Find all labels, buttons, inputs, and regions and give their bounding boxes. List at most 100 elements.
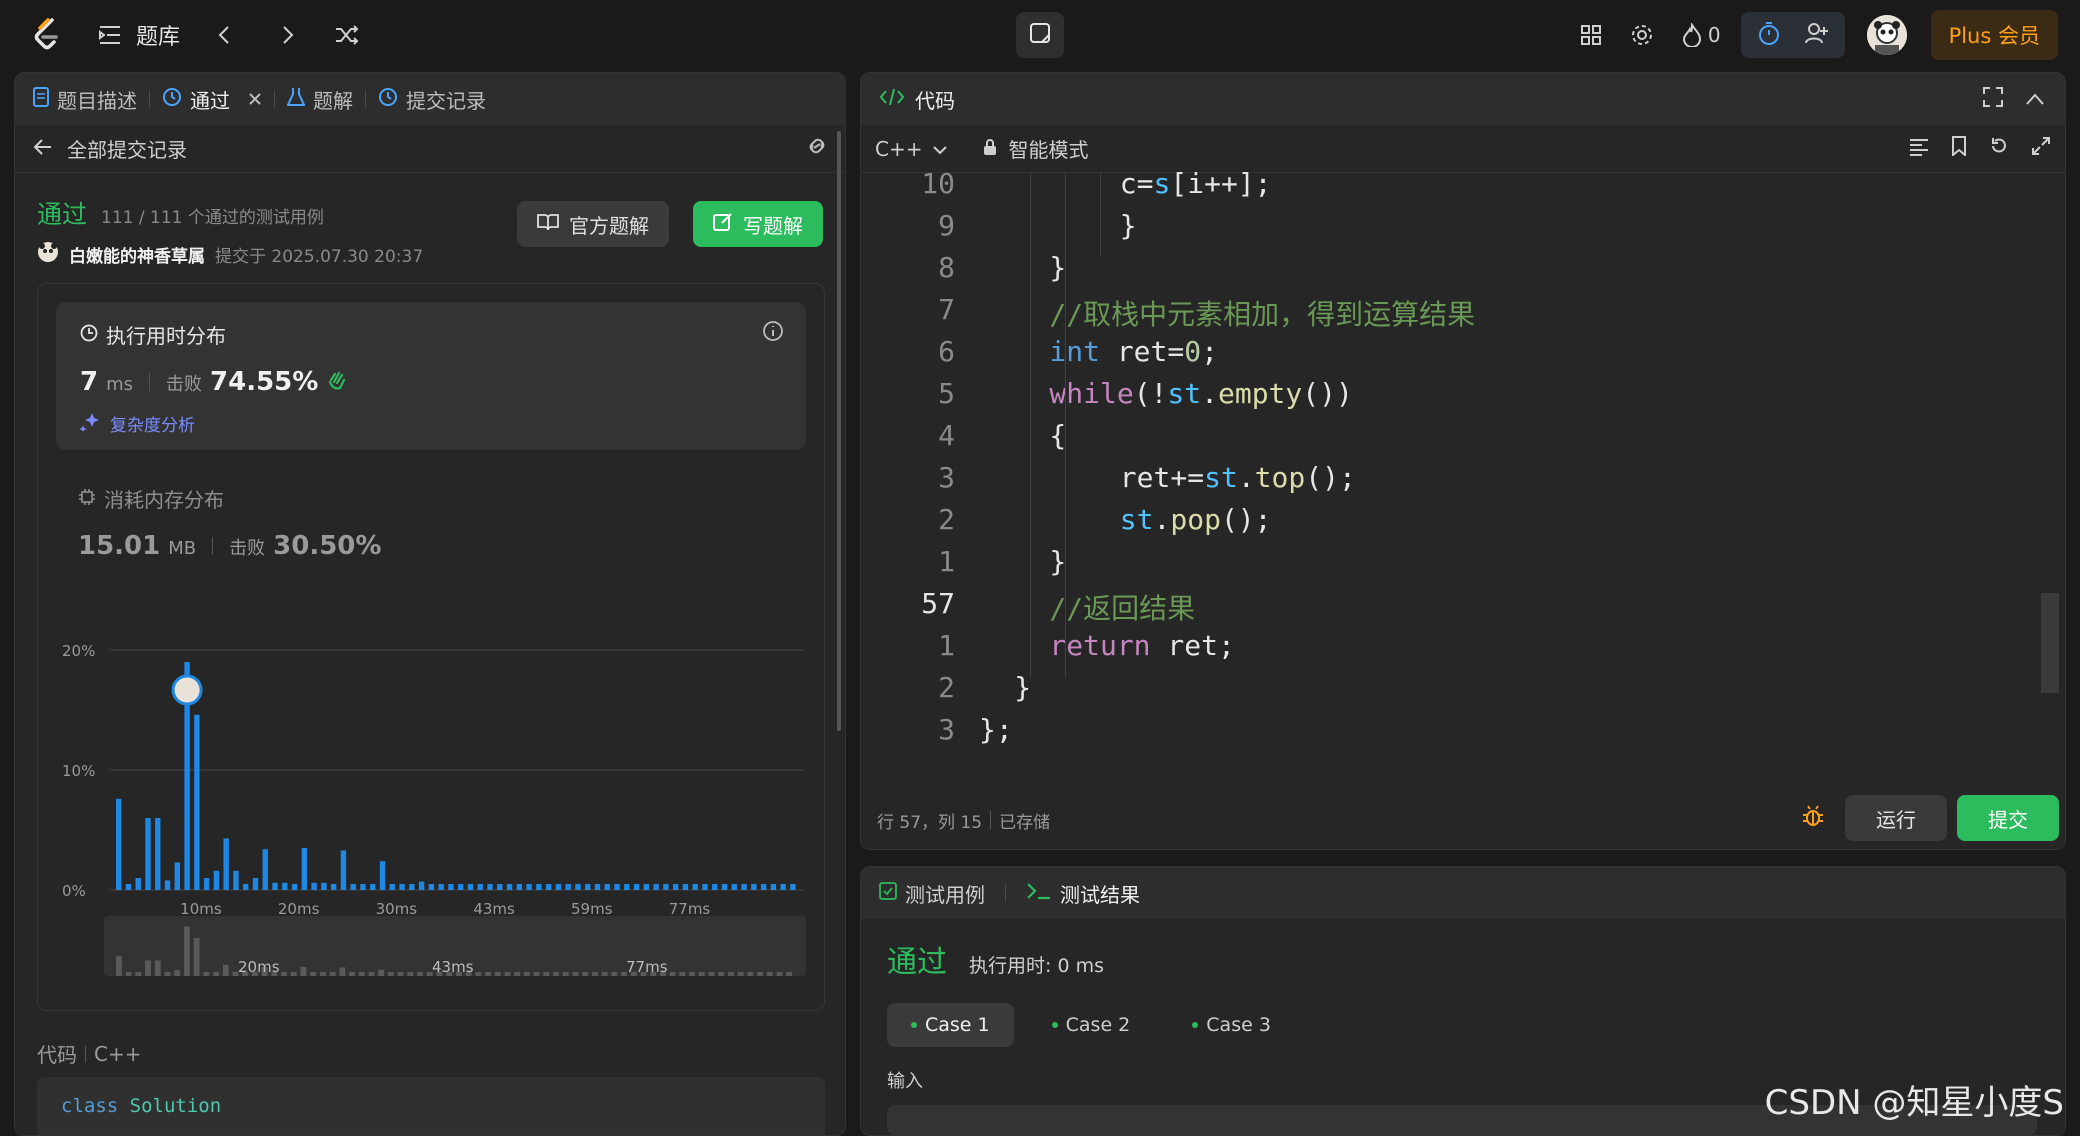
shuffle-icon[interactable]	[334, 24, 360, 46]
runtime-bar[interactable]	[233, 870, 239, 890]
runtime-bar[interactable]	[243, 884, 249, 890]
runtime-bar[interactable]	[712, 884, 718, 890]
runtime-bar[interactable]	[252, 878, 259, 890]
left-scrollbar[interactable]	[837, 131, 841, 731]
runtime-bar[interactable]	[203, 878, 210, 890]
runtime-bar[interactable]	[487, 884, 493, 890]
problem-bank-link[interactable]: 题库	[136, 19, 180, 51]
runtime-bar[interactable]	[272, 882, 278, 890]
runtime-bar[interactable]	[467, 884, 474, 890]
plus-membership-button[interactable]: Plus 会员	[1930, 10, 2058, 60]
runtime-bar[interactable]	[585, 884, 591, 890]
notes-button[interactable]	[1016, 12, 1064, 58]
next-problem-icon[interactable]	[276, 24, 298, 46]
runtime-bar[interactable]	[438, 884, 444, 890]
runtime-bar[interactable]	[721, 884, 728, 890]
problem-list-icon[interactable]	[98, 24, 122, 46]
submitted-code-preview[interactable]: class Solution	[37, 1077, 825, 1135]
code-line[interactable]: {	[1049, 419, 1066, 452]
runtime-bar[interactable]	[174, 862, 181, 890]
runtime-bar[interactable]	[516, 884, 523, 890]
runtime-bar[interactable]	[370, 884, 376, 890]
runtime-bar[interactable]	[409, 884, 415, 890]
runtime-bar[interactable]	[145, 818, 151, 890]
small-avatar[interactable]	[37, 241, 59, 268]
maximize-icon[interactable]	[1983, 86, 2003, 112]
code-line[interactable]: }	[1049, 545, 1066, 578]
runtime-bar[interactable]	[194, 714, 200, 890]
runtime-bar[interactable]	[643, 884, 650, 890]
runtime-bar[interactable]	[389, 884, 395, 890]
runtime-bar[interactable]	[330, 884, 337, 890]
runtime-bar[interactable]	[448, 884, 454, 890]
tab-test-result[interactable]: 测试结果	[1060, 879, 1140, 908]
runtime-bar[interactable]	[497, 884, 503, 890]
code-line[interactable]: }	[1049, 251, 1066, 284]
runtime-bar[interactable]	[770, 884, 777, 890]
runtime-bar[interactable]	[506, 884, 513, 890]
runtime-bar[interactable]	[458, 884, 464, 890]
chevron-down-icon[interactable]	[932, 137, 948, 161]
runtime-bar[interactable]	[164, 880, 171, 890]
code-line[interactable]: c=s[i++];	[1120, 167, 1272, 200]
runtime-bar[interactable]	[760, 884, 767, 890]
code-line[interactable]: //返回结果	[1049, 587, 1195, 627]
code-line[interactable]: }	[1120, 209, 1137, 242]
submit-button[interactable]: 提交	[1957, 795, 2059, 841]
runtime-bar[interactable]	[790, 884, 796, 890]
debug-bug-icon[interactable]	[1801, 804, 1825, 833]
runtime-bar[interactable]	[633, 884, 640, 890]
code-line[interactable]: ret+=st.top();	[1120, 461, 1356, 494]
tab-solutions[interactable]: 题解	[286, 85, 353, 114]
runtime-bar[interactable]	[536, 884, 542, 890]
runtime-bar[interactable]	[682, 884, 689, 890]
runtime-bar[interactable]	[614, 884, 620, 890]
runtime-card[interactable]: 执行用时分布 7 ms 击败 74.55% 复杂度分析	[56, 302, 806, 450]
invite-button[interactable]	[1793, 12, 1841, 58]
runtime-bar[interactable]	[565, 884, 571, 890]
runtime-bar[interactable]	[692, 884, 698, 890]
runtime-bar[interactable]	[751, 884, 757, 890]
bookmark-icon[interactable]	[1951, 136, 1967, 161]
expand-icon[interactable]	[2031, 136, 2051, 161]
runtime-bar[interactable]	[526, 884, 532, 890]
code-line[interactable]: //取栈中元素相加，得到运算结果	[1049, 293, 1475, 333]
prev-problem-icon[interactable]	[214, 24, 236, 46]
case-tab-3[interactable]: Case 3	[1168, 1003, 1295, 1047]
runtime-bar[interactable]	[702, 884, 708, 890]
settings-gear-icon[interactable]	[1630, 23, 1654, 47]
runtime-bar[interactable]	[321, 882, 327, 890]
official-solution-button[interactable]: 官方题解	[517, 201, 669, 247]
leetcode-logo-icon[interactable]	[28, 16, 66, 54]
runtime-distribution-chart[interactable]: 20% 10% 0% 10ms 20ms 30ms 43ms 59ms 77ms 20ms 43ms…	[38, 614, 826, 1004]
tab-description[interactable]: 题目描述	[33, 85, 137, 114]
tab-testcases[interactable]: 测试用例	[905, 879, 985, 908]
runtime-bar[interactable]	[399, 884, 405, 890]
info-icon[interactable]	[762, 320, 784, 347]
runtime-bar[interactable]	[477, 884, 483, 890]
runtime-bar[interactable]	[282, 882, 288, 890]
runtime-bar[interactable]	[360, 884, 366, 890]
runtime-bar[interactable]	[301, 848, 308, 890]
code-line[interactable]: while(!st.empty())	[1049, 377, 1352, 410]
editor-scrollbar[interactable]	[2041, 593, 2059, 693]
runtime-bar[interactable]	[155, 818, 161, 890]
runtime-bar[interactable]	[731, 884, 737, 890]
close-tab-icon[interactable]	[248, 87, 262, 111]
runtime-bar[interactable]	[262, 849, 268, 890]
runtime-bar[interactable]	[116, 798, 122, 890]
runtime-bar[interactable]	[311, 882, 317, 890]
streak-flame-icon[interactable]	[1682, 23, 1702, 47]
smart-mode-toggle[interactable]: 智能模式	[1008, 134, 1088, 163]
runtime-bar[interactable]	[604, 884, 610, 890]
username[interactable]: 白嫩能的神香草属	[69, 242, 205, 267]
runtime-bar[interactable]	[125, 884, 132, 890]
runtime-bar[interactable]	[594, 884, 601, 890]
tab-accepted[interactable]: 通过	[162, 85, 262, 114]
complexity-analysis-link[interactable]: 复杂度分析	[79, 411, 782, 436]
tab-submissions[interactable]: 提交记录	[378, 85, 486, 114]
runtime-bar[interactable]	[653, 884, 659, 890]
case-tab-1[interactable]: Case 1	[887, 1003, 1014, 1047]
code-line[interactable]: };	[979, 713, 1013, 746]
all-submissions-link[interactable]: 全部提交记录	[67, 134, 187, 163]
